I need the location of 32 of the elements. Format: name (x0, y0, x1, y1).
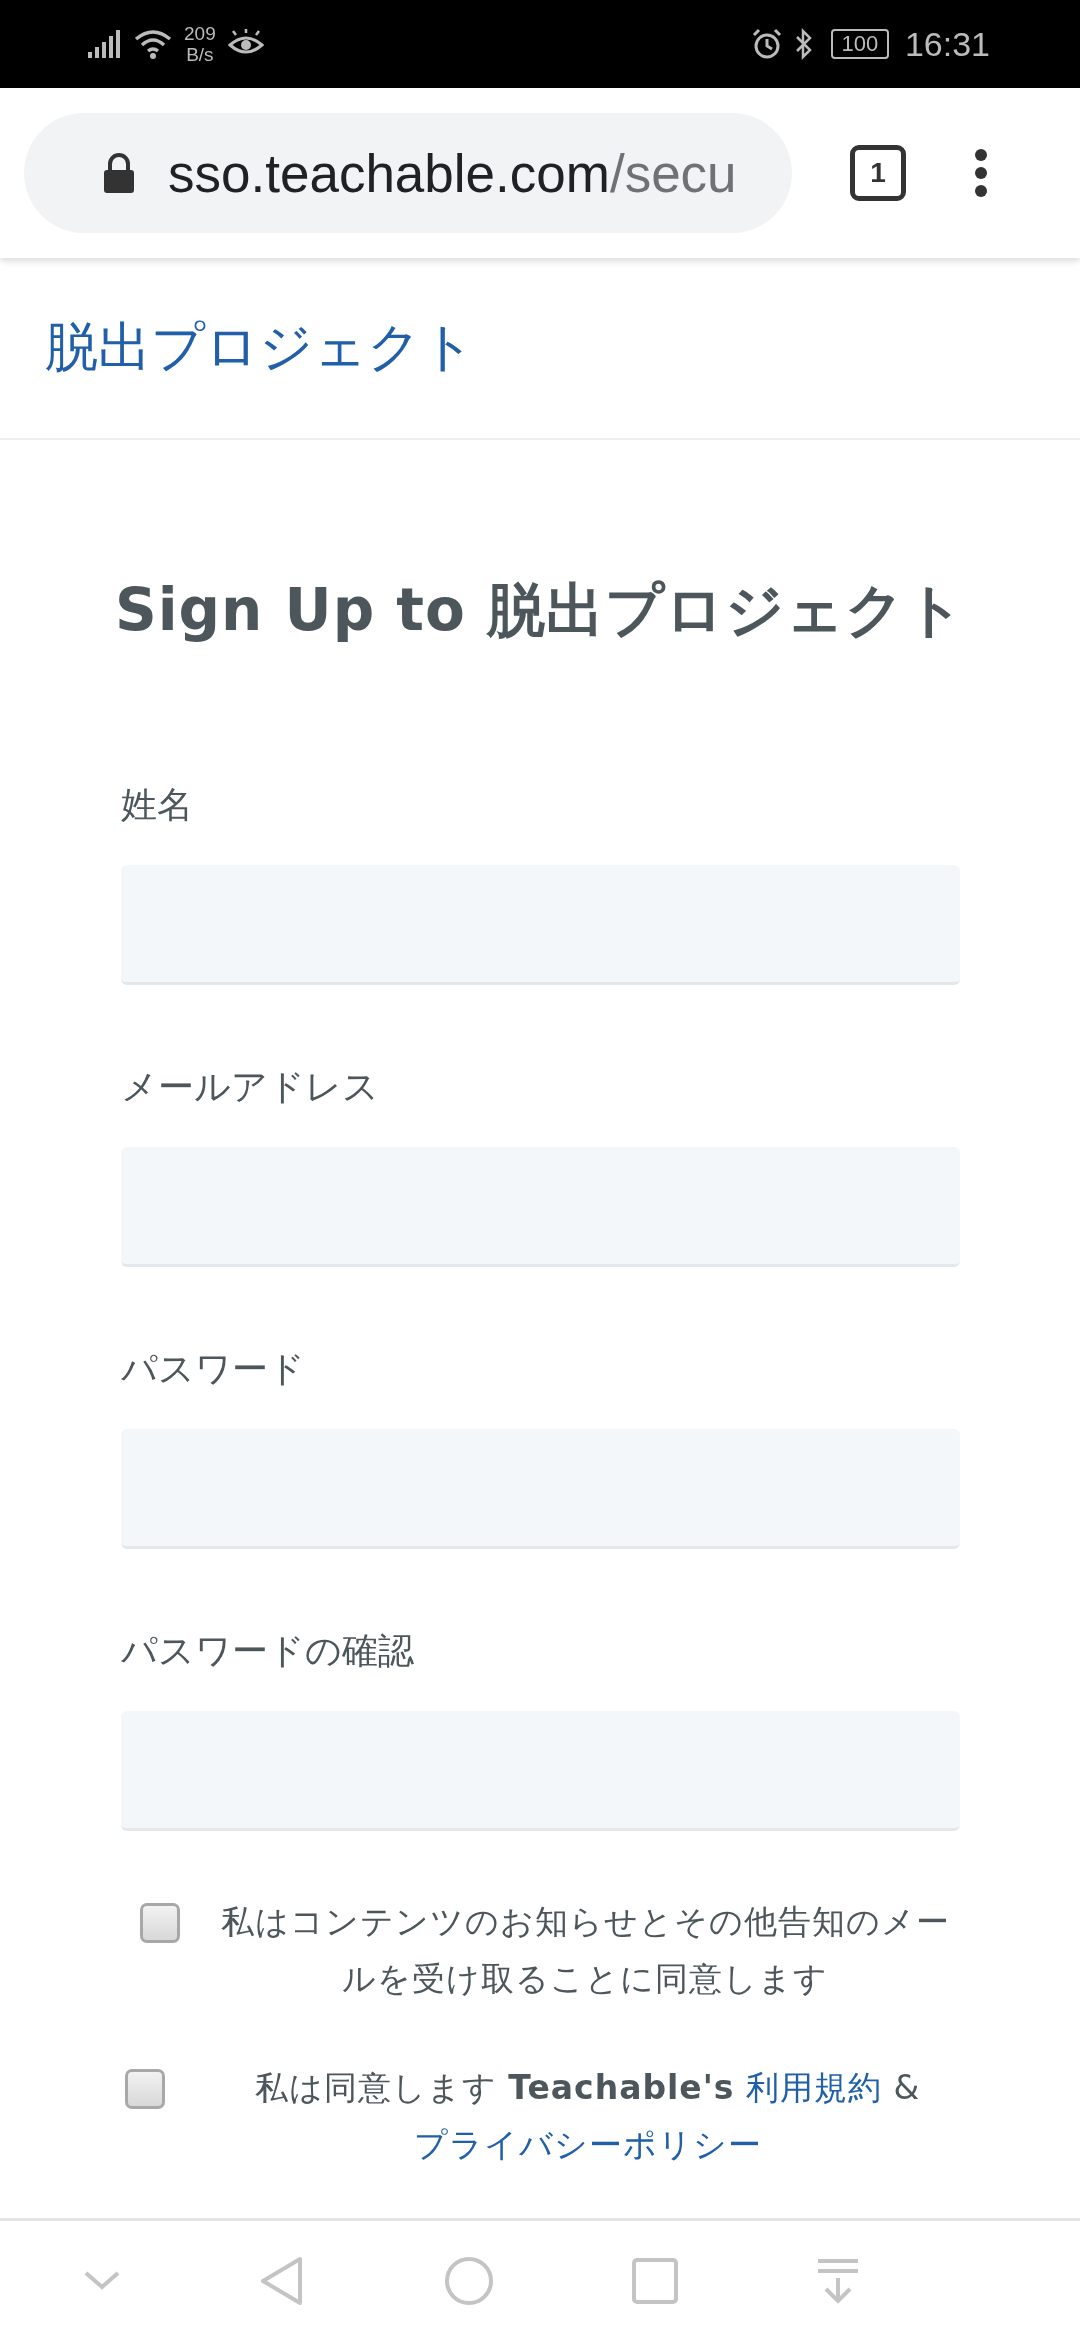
bluetooth-icon (794, 28, 813, 60)
wifi-icon (134, 29, 172, 59)
consent-text: 私は同意します Teachable's 利用規約 & プライバシーポリシー (253, 2067, 922, 2166)
address-bar[interactable]: sso.teachable.com/secu (24, 113, 792, 233)
notification-pull-icon[interactable] (816, 2257, 860, 2304)
form-title: Sign Up to 脱出プロジェクト (113, 575, 967, 646)
home-icon[interactable] (444, 2255, 494, 2306)
battery-icon: 100 (830, 29, 889, 59)
url-text: sso.teachable.com/secu (168, 142, 737, 204)
clock: 16:31 (904, 24, 990, 64)
network-speed-unit: B/s (186, 44, 214, 65)
input-field[interactable] (121, 865, 960, 985)
recents-icon[interactable] (632, 2257, 678, 2304)
consent-text: 私はコンテンツのお知らせとその他告知のメールを受け取ることに同意します (220, 1901, 950, 2000)
field-label: パスワード (121, 1349, 306, 1389)
field-label: 姓名 (121, 785, 194, 825)
site-title-link[interactable]: 脱出プロジェクト (45, 312, 475, 384)
tab-count-button[interactable]: 1 (850, 145, 906, 201)
link[interactable]: プライバシーポリシー (413, 2125, 762, 2164)
alarm-icon (750, 28, 783, 60)
input-field[interactable] (121, 1429, 960, 1549)
menu-icon[interactable] (974, 148, 988, 198)
checkbox[interactable] (125, 2069, 165, 2109)
lock-icon (102, 153, 136, 193)
input-field[interactable] (121, 1147, 960, 1267)
input-field[interactable] (121, 1711, 960, 1831)
checkbox[interactable] (140, 1903, 180, 1943)
network-speed: 209 (184, 23, 216, 44)
link[interactable]: 利用規約 (745, 2068, 882, 2107)
signal-icon (88, 30, 122, 58)
field-label: パスワードの確認 (121, 1631, 415, 1671)
field-label: メールアドレス (121, 1067, 380, 1107)
